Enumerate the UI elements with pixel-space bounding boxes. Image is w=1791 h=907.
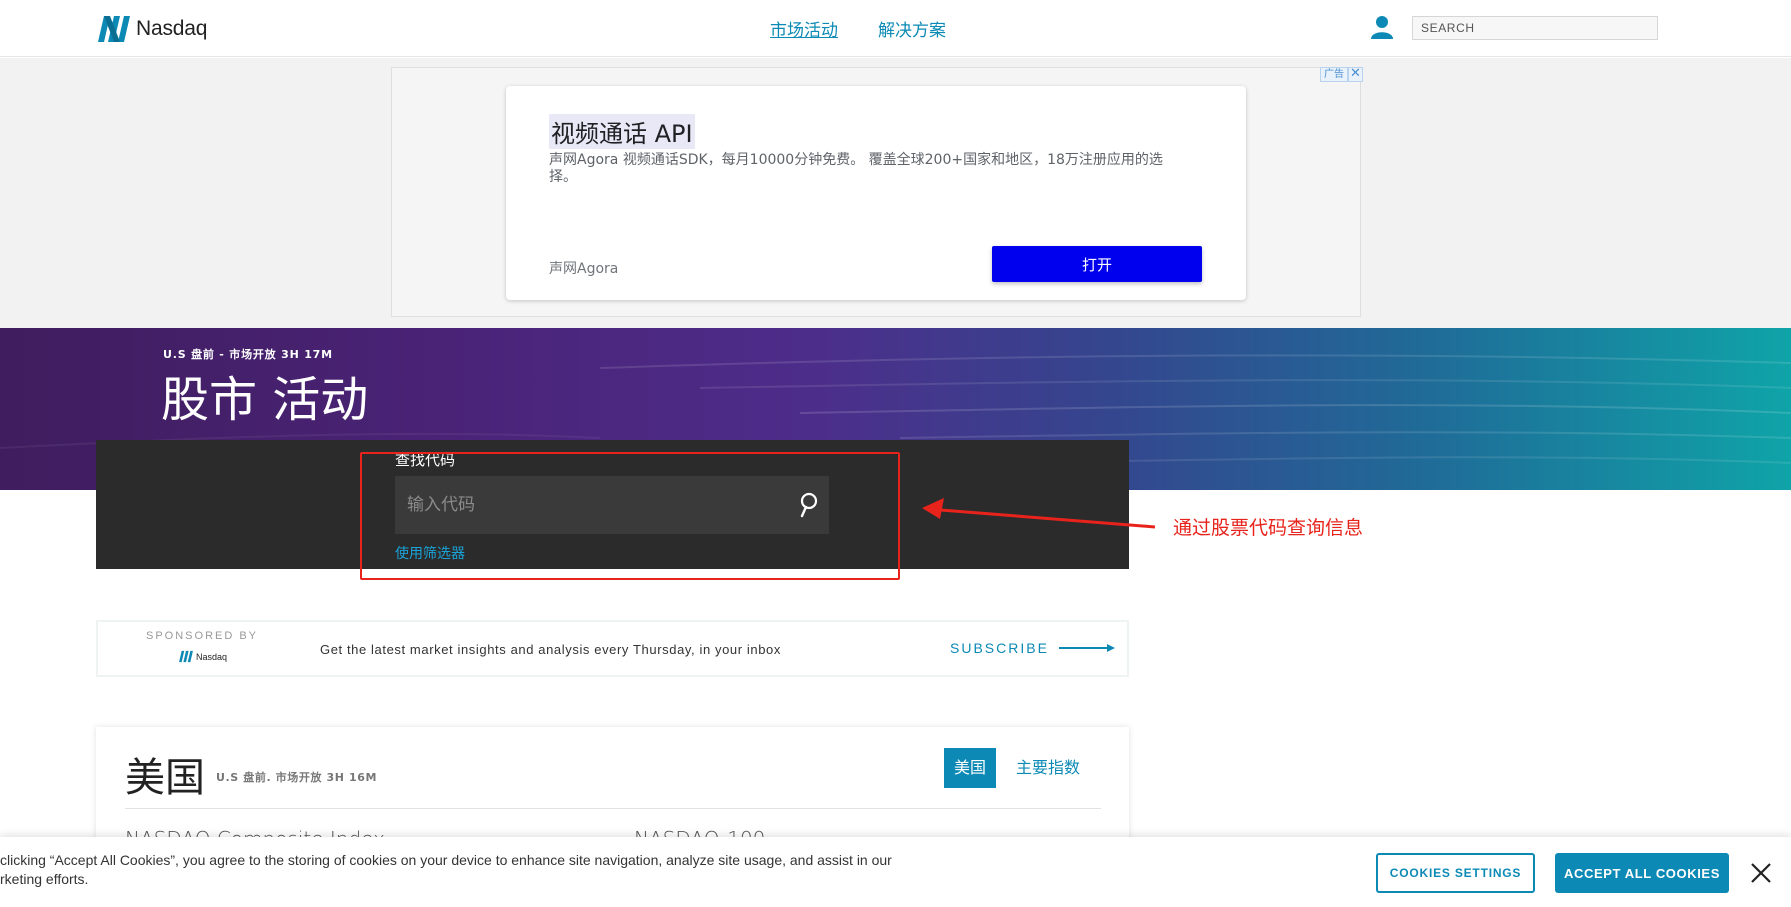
annotation-arrow-icon <box>922 498 1156 529</box>
arrow-right-icon <box>1058 644 1115 652</box>
ad-label: 广告 <box>1320 67 1348 82</box>
sponsor-bar: SPONSORED BY Nasdaq Get the latest marke… <box>96 620 1129 677</box>
page-title: 股市 活动 <box>161 372 369 428</box>
subscribe-link[interactable]: SUBSCRIBE <box>950 640 1115 656</box>
cookie-text: clicking “Accept All Cookies”, you agree… <box>0 852 892 887</box>
ad-close-icon[interactable]: ✕ <box>1348 67 1363 82</box>
annotation-box <box>360 452 900 580</box>
divider <box>125 808 1101 809</box>
us-card-tabs: 美国 主要指数 <box>944 748 1090 788</box>
nasdaq-logo-icon <box>98 16 130 42</box>
sponsored-by-label: SPONSORED BY <box>146 630 259 642</box>
ad-card[interactable]: 视频通话 API 声网Agora 视频通话SDK，每月10000分钟免费。 覆盖… <box>506 86 1246 300</box>
accept-all-cookies-button[interactable]: ACCEPT ALL COOKIES <box>1555 853 1729 893</box>
site-search-input[interactable] <box>1412 16 1658 40</box>
sponsor-text: Get the latest market insights and analy… <box>320 642 781 657</box>
tab-us[interactable]: 美国 <box>944 748 997 788</box>
logo-text: Nasdaq <box>136 17 208 40</box>
user-icon[interactable] <box>1370 15 1394 39</box>
main-nav: 市场活动 解决方案 <box>770 16 946 41</box>
ad-brand: 声网Agora <box>549 261 619 277</box>
nav-item-market-activity[interactable]: 市场活动 <box>770 16 838 41</box>
tab-major-indices[interactable]: 主要指数 <box>1006 748 1090 788</box>
nasdaq-small-logo-icon <box>179 650 193 663</box>
ad-description: 声网Agora 视频通话SDK，每月10000分钟免费。 覆盖全球200+国家和… <box>549 152 1163 185</box>
sponsor-logo: Nasdaq <box>178 650 227 663</box>
subscribe-label: SUBSCRIBE <box>950 640 1049 656</box>
nav-item-solutions[interactable]: 解决方案 <box>878 16 946 41</box>
cookie-banner: clicking “Accept All Cookies”, you agree… <box>0 837 1791 907</box>
nasdaq-logo[interactable]: Nasdaq <box>96 14 207 44</box>
cookies-settings-button[interactable]: COOKIES SETTINGS <box>1376 853 1535 893</box>
us-card-title: 美国 <box>125 755 205 801</box>
site-header: Nasdaq 市场活动 解决方案 <box>0 0 1791 57</box>
ad-flag: 广告 ✕ <box>1320 67 1363 82</box>
sponsor-logo-text: Nasdaq <box>196 651 228 662</box>
ad-open-button[interactable]: 打开 <box>992 246 1202 282</box>
ad-title[interactable]: 视频通话 API <box>549 114 695 149</box>
us-market-status: U.S 盘前. 市场开放 3H 16M <box>216 771 378 784</box>
annotation-text: 通过股票代码查询信息 <box>1173 517 1364 539</box>
close-icon[interactable] <box>1749 861 1773 885</box>
